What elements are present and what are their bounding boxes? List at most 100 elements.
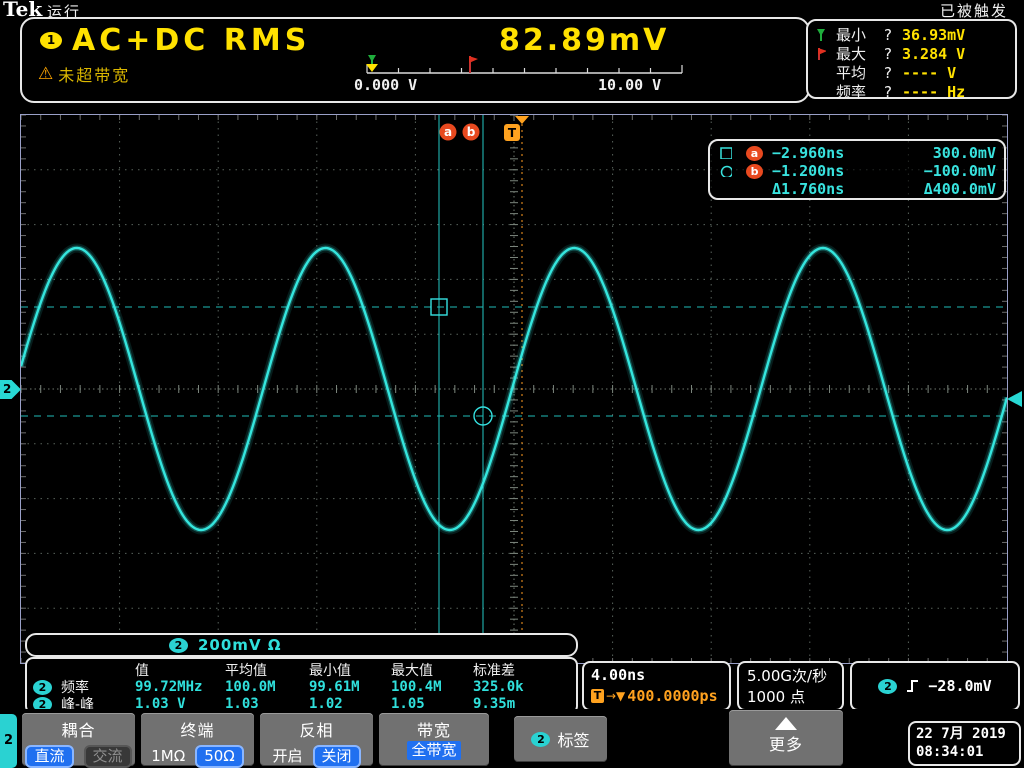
cell: 99.61M: [309, 679, 391, 695]
delay-arrows-icon: →▼: [606, 689, 625, 703]
cursor-delta-volt: Δ400.0mV: [876, 180, 996, 198]
channel-2-menu-tab[interactable]: 2: [0, 714, 17, 768]
measurement-table: 值 平均值 最小值 最大值 标准差 2 频率 99.72MHz 100.0M 9…: [25, 657, 578, 714]
ruler-ticks: [367, 65, 682, 73]
trigger-box: 2 −28.0mV: [850, 661, 1020, 711]
measurement-scale-ruler: [364, 53, 694, 77]
warning-text: 未超带宽: [58, 62, 130, 86]
cursor-delta-time: Δ1.760ns: [772, 180, 876, 198]
cursor-a-square-icon: [720, 147, 732, 159]
trigger-level-value: −28.0mV: [928, 677, 991, 695]
stat-question: ?: [884, 45, 902, 63]
sample-rate: 5.00G次/秒: [747, 666, 842, 687]
trigger-status: 已被触发: [940, 0, 1008, 21]
oscilloscope-screen: Tek 运行 已被触发 1 AC+DC RMS 82.89mV ⚠ 未超带宽 0…: [0, 0, 1024, 768]
row-channel-badge: 2: [33, 680, 52, 695]
trigger-position-icon[interactable]: [515, 116, 529, 124]
bandwidth-button[interactable]: 带宽 全带宽: [379, 713, 489, 766]
stat-row-min: 最小 ? 36.93mV: [808, 24, 1015, 43]
acquisition-box: 5.00G次/秒 1000 点: [737, 661, 844, 711]
bandwidth-full-option[interactable]: 全带宽: [407, 741, 460, 760]
coupling-button[interactable]: 耦合 直流 交流: [22, 713, 135, 766]
measurement-banner: 1 AC+DC RMS 82.89mV ⚠ 未超带宽 0.000 V 10.00…: [20, 17, 810, 103]
max-marker-icon: [469, 56, 478, 63]
channel-scale-box: 2 200mV Ω: [25, 633, 578, 657]
col-stddev: 标准差: [473, 660, 576, 680]
datetime-box: 22 7月 2019 08:34:01: [908, 721, 1021, 766]
col-value: 值: [135, 660, 225, 680]
channel-1-badge: 1: [40, 32, 62, 49]
termination-50ohm-option[interactable]: 50Ω: [195, 745, 244, 768]
up-arrow-icon: [775, 717, 797, 730]
stat-value: ---- Hz: [902, 83, 1015, 101]
cursor-a-row: a −2.960ns 300.0mV: [720, 144, 996, 162]
coupling-dc-option[interactable]: 直流: [25, 745, 73, 768]
cell: 100.0M: [225, 679, 309, 695]
col-max: 最大值: [391, 660, 473, 680]
stat-label: 最大: [836, 43, 884, 64]
stat-question: ?: [884, 64, 902, 82]
invert-button[interactable]: 反相 开启 关闭: [260, 713, 373, 766]
cursor-readout-box: a −2.960ns 300.0mV b −1.200ns −100.0mV Δ…: [708, 139, 1006, 200]
invert-on-option[interactable]: 开启: [272, 745, 302, 768]
channel-scale-value: 200mV Ω: [198, 636, 282, 654]
bandwidth-warning: ⚠ 未超带宽: [38, 62, 130, 86]
cursor-b-badge-small: b: [746, 164, 763, 179]
cursor-a-volt: 300.0mV: [876, 144, 996, 162]
timebase-scale: 4.00ns: [591, 666, 729, 684]
trigger-t-letter: T: [508, 126, 517, 140]
stat-value: ---- V: [902, 64, 1015, 82]
coupling-ac-option[interactable]: 交流: [84, 745, 132, 768]
trigger-level-arrow-icon[interactable]: [1007, 391, 1022, 407]
cell: 100.4M: [391, 679, 473, 695]
min-arrow-icon: [814, 29, 826, 41]
rising-edge-icon: [906, 678, 919, 694]
time-text: 08:34:01: [916, 743, 1019, 761]
stat-row-freq: 频率 ? ---- Hz: [808, 81, 1015, 100]
warning-icon: ⚠: [38, 64, 53, 84]
scale-max-label: 10.00 V: [598, 76, 661, 94]
stat-row-mean: 平均 ? ---- V: [808, 62, 1015, 81]
min-marker-stem: [371, 55, 373, 64]
label-button[interactable]: 2 标签: [514, 716, 607, 762]
cursor-b-volt: −100.0mV: [876, 162, 996, 180]
bottom-menu-bar: 2 耦合 直流 交流 终端 1MΩ 50Ω 反相 开启 关闭 带宽: [0, 709, 1024, 768]
max-flag-icon: [814, 48, 826, 60]
label-text: 标签: [557, 727, 589, 751]
cursor-a-badge-small: a: [746, 146, 763, 161]
termination-title: 终端: [141, 717, 254, 741]
channel-2-ground-marker[interactable]: 2: [0, 380, 21, 399]
cursor-b-time: −1.200ns: [772, 162, 876, 180]
measurement-stats-box: 最小 ? 36.93mV 最大 ? 3.284 V 平均 ? ---- V 频率…: [806, 19, 1017, 99]
stat-question: ?: [884, 83, 902, 101]
cursor-b-circle-icon: [720, 165, 732, 177]
scale-min-label: 0.000 V: [354, 76, 417, 94]
cursor-delta-row: Δ1.760ns Δ400.0mV: [720, 180, 996, 198]
record-length: 1000 点: [747, 687, 842, 708]
stat-label: 平均: [836, 62, 884, 83]
channel-2-badge: 2: [169, 638, 188, 653]
cursor-b-letter: b: [467, 125, 476, 139]
timebase-box: 4.00ns T →▼ 400.0000ps: [582, 661, 731, 711]
stat-value: 36.93mV: [902, 26, 1015, 44]
invert-off-option[interactable]: 关闭: [313, 745, 361, 768]
cursor-a-letter: a: [444, 125, 452, 139]
stat-label: 最小: [836, 24, 884, 45]
bandwidth-title: 带宽: [379, 717, 489, 741]
table-header-row: 值 平均值 最小值 最大值 标准差: [33, 660, 576, 677]
cell: 99.72MHz: [135, 679, 225, 695]
termination-1m-option[interactable]: 1MΩ: [151, 745, 185, 768]
stat-value: 3.284 V: [902, 45, 1015, 63]
col-min: 最小值: [309, 660, 391, 680]
more-button[interactable]: 更多: [729, 710, 843, 766]
coupling-title: 耦合: [22, 717, 135, 741]
invert-title: 反相: [260, 717, 373, 741]
col-mean: 平均值: [225, 660, 309, 680]
current-value-marker-icon: [366, 64, 378, 72]
cursor-a-time: −2.960ns: [772, 144, 876, 162]
measurement-type: AC+DC RMS: [72, 23, 310, 58]
more-text: 更多: [729, 731, 843, 755]
trigger-channel-badge: 2: [878, 679, 897, 694]
termination-button[interactable]: 终端 1MΩ 50Ω: [141, 713, 254, 766]
cursor-b-row: b −1.200ns −100.0mV: [720, 162, 996, 180]
